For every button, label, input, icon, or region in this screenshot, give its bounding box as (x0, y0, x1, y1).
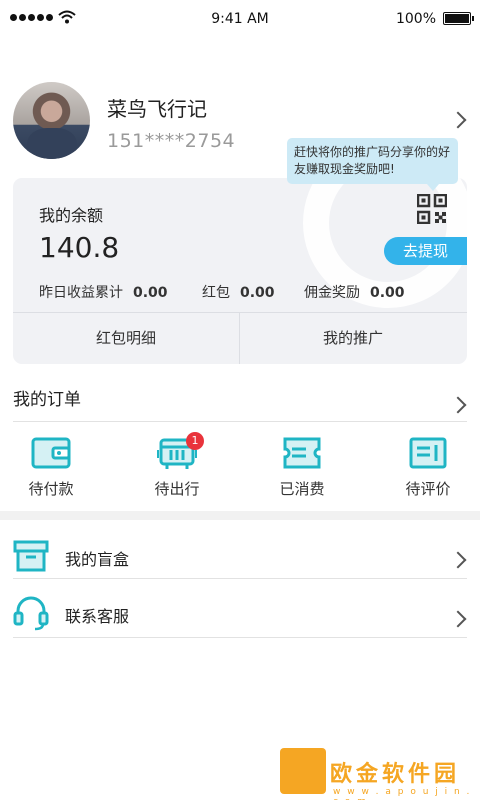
watermark-url: w w w . a p o u j i n . c o m (333, 787, 472, 800)
stat-value: 0.00 (240, 285, 275, 301)
promo-tooltip: 赶快将你的推广码分享你的好友赚取现金奖励吧! (287, 138, 458, 184)
stat-red-packet: 红包 0.00 (202, 282, 275, 302)
battery-percent: 100% (395, 11, 436, 27)
order-label: 待评价 (405, 480, 451, 498)
menu-customer-service[interactable]: 联系客服 (0, 586, 480, 644)
orders-chevron-right-icon[interactable] (449, 396, 467, 414)
avatar[interactable] (13, 82, 90, 159)
headset-icon (13, 596, 49, 631)
withdraw-button[interactable]: 去提现 (384, 237, 467, 265)
comment-icon (409, 437, 447, 469)
wallet-icon (31, 437, 71, 469)
stat-value: 0.00 (133, 285, 168, 301)
status-bar: 9:41 AM 100% (0, 0, 480, 40)
stat-commission: 佣金奖励 0.00 (304, 282, 405, 302)
stat-label: 昨日收益累计 (39, 285, 123, 301)
username: 菜鸟飞行记 (107, 97, 207, 121)
order-pending-review[interactable]: 待评价 (388, 436, 468, 499)
balance-card: 我的余额 140.8 去提现 昨日收益累计 0.00 红包 0.00 佣金奖励 0.0… (13, 178, 467, 364)
watermark-text: 欧金软件园 (330, 762, 461, 787)
box-icon (13, 540, 49, 572)
orders-title: 我的订单 (13, 390, 81, 410)
watermark-logo-icon (280, 748, 326, 794)
order-consumed[interactable]: 已消费 (262, 436, 342, 499)
pending-trip-badge: 1 (186, 432, 204, 450)
menu-label: 我的盲盒 (65, 550, 130, 569)
balance-value: 140.8 (39, 231, 120, 264)
phone-number: 151****2754 (107, 130, 236, 152)
stat-value: 0.00 (370, 285, 405, 301)
chevron-right-icon (449, 610, 467, 628)
balance-label: 我的余额 (39, 206, 104, 225)
my-promotion-button[interactable]: 我的推广 (240, 312, 466, 364)
order-pending-trip[interactable]: 待出行 (137, 436, 217, 499)
stat-label: 红包 (202, 285, 230, 301)
stat-label: 佣金奖励 (304, 285, 360, 301)
order-pending-payment[interactable]: 待付款 (11, 436, 91, 499)
stat-yesterday: 昨日收益累计 0.00 (39, 282, 168, 302)
chevron-right-icon (449, 551, 467, 569)
battery-icon (443, 12, 471, 25)
profile-chevron-right-icon[interactable] (449, 111, 467, 129)
order-label: 已消费 (279, 480, 325, 498)
red-packet-detail-button[interactable]: 红包明细 (13, 312, 239, 364)
qr-code-icon[interactable] (417, 194, 447, 224)
menu-label: 联系客服 (65, 607, 130, 626)
ticket-icon (283, 437, 321, 469)
order-label: 待出行 (154, 480, 200, 498)
order-label: 待付款 (28, 480, 74, 498)
